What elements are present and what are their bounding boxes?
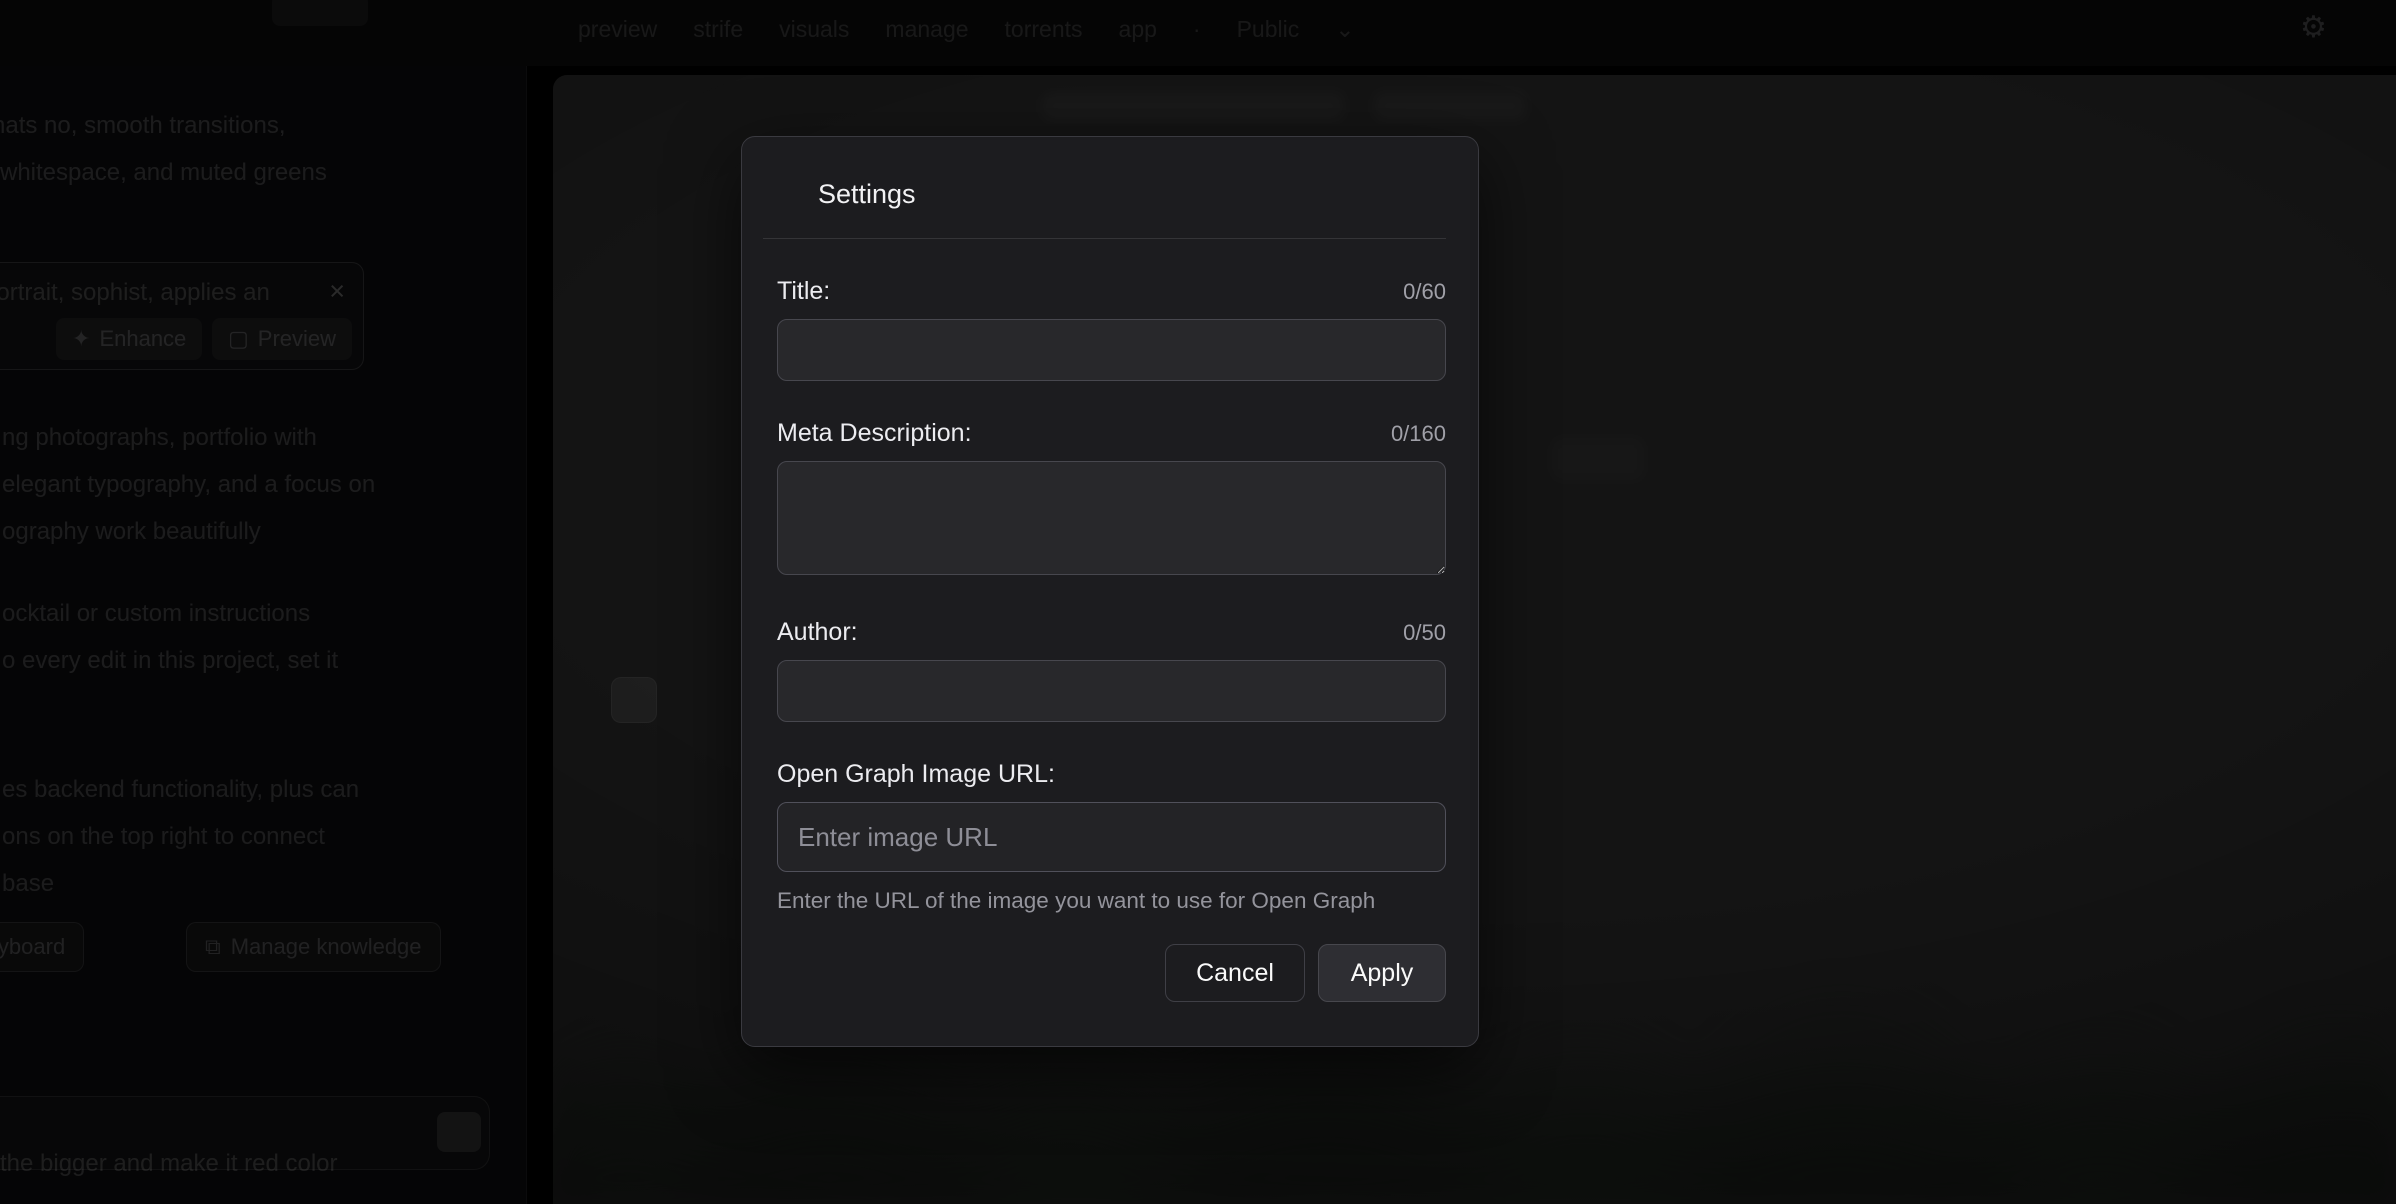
title-char-counter: 0/60 — [1403, 279, 1446, 305]
meta-description-field-label: Meta Description: — [777, 419, 972, 448]
title-input[interactable] — [777, 319, 1446, 381]
cancel-button[interactable]: Cancel — [1165, 944, 1305, 1002]
title-field-label: Title: — [777, 277, 830, 306]
author-input[interactable] — [777, 660, 1446, 722]
meta-description-textarea[interactable] — [777, 461, 1446, 575]
og-image-url-helper-text: Enter the URL of the image you want to u… — [777, 888, 1446, 914]
og-image-url-input[interactable] — [777, 802, 1446, 872]
apply-button[interactable]: Apply — [1318, 944, 1446, 1002]
author-char-counter: 0/50 — [1403, 620, 1446, 646]
settings-dialog: Settings Title: 0/60 Meta Description: 0… — [741, 136, 1479, 1047]
meta-description-char-counter: 0/160 — [1391, 421, 1446, 447]
dialog-title: Settings — [818, 179, 1442, 210]
divider — [763, 238, 1446, 239]
author-field-label: Author: — [777, 618, 858, 647]
og-image-url-field-label: Open Graph Image URL: — [777, 760, 1055, 789]
